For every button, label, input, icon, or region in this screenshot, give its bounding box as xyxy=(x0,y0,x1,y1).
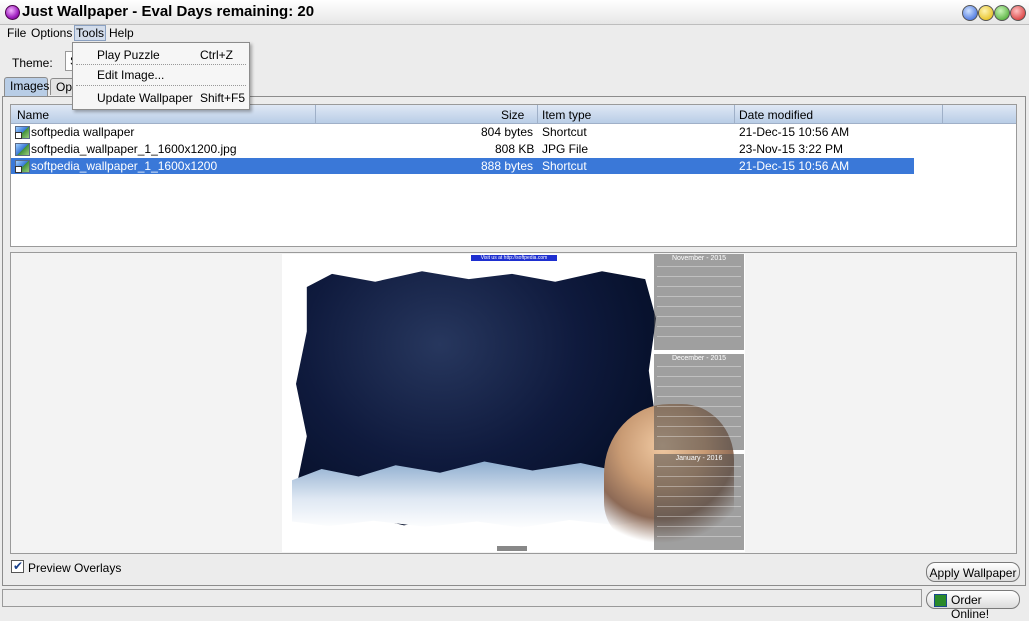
calendar-overlay: December - 2015 xyxy=(654,354,744,450)
apply-wallpaper-button[interactable]: Apply Wallpaper xyxy=(926,562,1020,582)
table-row[interactable]: softpedia wallpaper 804 bytes Shortcut 2… xyxy=(11,124,914,140)
menu-item-label: Update Wallpaper xyxy=(97,91,193,105)
theme-label: Theme: xyxy=(12,56,53,70)
file-date: 23-Nov-15 3:22 PM xyxy=(739,142,844,156)
maximize-window-button[interactable] xyxy=(994,5,1010,21)
menu-item-label: Edit Image... xyxy=(97,68,165,82)
menu-options[interactable]: Options xyxy=(30,26,73,40)
menu-bar: File Options Tools Help xyxy=(0,24,1029,42)
calendar-overlay: January - 2016 xyxy=(654,454,744,550)
menu-item-shortcut: Ctrl+Z xyxy=(200,48,233,62)
file-name: softpedia wallpaper xyxy=(31,125,135,139)
apply-wallpaper-label: Apply Wallpaper xyxy=(929,566,1017,580)
preview-overlays-label: Preview Overlays xyxy=(28,561,122,575)
file-name: softpedia_wallpaper_1_1600x1200.jpg xyxy=(31,142,237,156)
calendar-title: December - 2015 xyxy=(671,355,727,362)
calendar-title: November - 2015 xyxy=(671,255,727,262)
help-window-button[interactable] xyxy=(962,5,978,21)
app-icon xyxy=(5,5,20,20)
menu-item-label: Play Puzzle xyxy=(97,48,160,62)
column-header-size[interactable]: Size xyxy=(501,108,524,122)
table-row[interactable]: softpedia_wallpaper_1_1600x1200.jpg 808 … xyxy=(11,141,914,157)
menu-item-update-wallpaper[interactable]: Update Wallpaper Shift+F5 xyxy=(73,89,249,107)
file-size: 804 bytes xyxy=(481,125,534,139)
minimize-window-button[interactable] xyxy=(978,5,994,21)
menu-tools[interactable]: Tools xyxy=(74,25,107,41)
calendar-grid xyxy=(657,366,741,446)
preview-overlays-checkbox[interactable] xyxy=(11,559,24,573)
calendar-overlay: November - 2015 xyxy=(654,254,744,350)
menu-item-shortcut: Shift+F5 xyxy=(200,91,246,105)
shortcut-image-icon xyxy=(15,126,30,139)
menu-separator xyxy=(76,85,246,87)
calendar-grid xyxy=(657,266,741,346)
menu-file[interactable]: File xyxy=(6,26,27,40)
title-bar: Just Wallpaper - Eval Days remaining: 20 xyxy=(0,0,1029,25)
tab-images[interactable]: Images xyxy=(4,77,49,96)
file-type: Shortcut xyxy=(542,125,587,139)
file-type: Shortcut xyxy=(542,159,587,173)
globe-icon xyxy=(934,594,947,607)
menu-item-edit-image[interactable]: Edit Image... xyxy=(73,66,249,84)
column-header-name[interactable]: Name xyxy=(17,108,49,122)
file-size: 808 KB xyxy=(495,142,535,156)
file-date: 21-Dec-15 10:56 AM xyxy=(739,159,850,173)
file-size: 888 bytes xyxy=(481,159,534,173)
order-online-label: Order Online! xyxy=(951,593,990,621)
status-bar xyxy=(2,589,922,607)
calendar-grid xyxy=(657,466,741,546)
close-window-button[interactable] xyxy=(1010,5,1026,21)
shortcut-image-icon xyxy=(15,160,30,173)
order-online-button[interactable]: Order Online! xyxy=(926,590,1020,621)
date-strip xyxy=(497,546,527,551)
wallpaper-preview: Visit us at http://softpedia.com Novembe… xyxy=(282,254,745,552)
file-type: JPG File xyxy=(542,142,589,156)
url-strip: Visit us at http://softpedia.com xyxy=(471,255,557,261)
calendar-title: January - 2016 xyxy=(675,455,723,462)
file-name: softpedia_wallpaper_1_1600x1200 xyxy=(31,159,218,173)
file-date: 21-Dec-15 10:56 AM xyxy=(739,125,850,139)
column-header-date-modified[interactable]: Date modified xyxy=(739,108,813,122)
column-separator[interactable] xyxy=(942,105,943,123)
column-separator[interactable] xyxy=(537,105,538,123)
menu-item-play-puzzle[interactable]: Play Puzzle Ctrl+Z xyxy=(73,46,249,64)
column-header-item-type[interactable]: Item type xyxy=(542,108,591,122)
column-separator[interactable] xyxy=(734,105,735,123)
window-title: Just Wallpaper - Eval Days remaining: 20 xyxy=(22,3,315,20)
file-list[interactable]: Name Size Item type Date modified softpe… xyxy=(10,104,1017,247)
image-file-icon xyxy=(15,143,30,156)
column-separator[interactable] xyxy=(315,105,316,123)
table-row-selected[interactable]: softpedia_wallpaper_1_1600x1200 888 byte… xyxy=(11,158,914,174)
menu-help[interactable]: Help xyxy=(108,26,135,40)
tools-menu-dropdown: Play Puzzle Ctrl+Z Edit Image... Update … xyxy=(72,42,250,110)
